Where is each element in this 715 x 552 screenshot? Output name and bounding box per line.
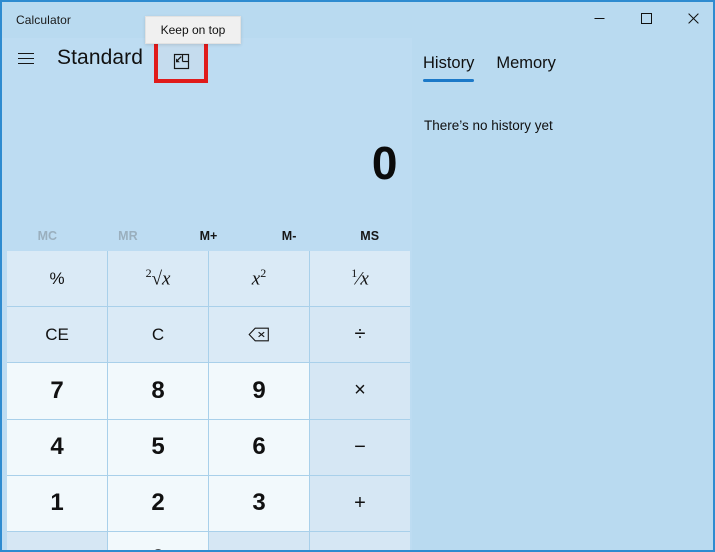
digit-4-button[interactable]: 4: [7, 419, 107, 475]
digit-8-button[interactable]: 8: [108, 363, 208, 419]
digit-9-button[interactable]: 9: [209, 363, 309, 419]
tab-selected-underline: [423, 79, 475, 82]
minimize-button[interactable]: [577, 2, 622, 34]
equals-button[interactable]: =: [310, 531, 410, 550]
subtract-button[interactable]: −: [310, 419, 410, 475]
tab-label: Memory: [496, 53, 556, 72]
close-icon: [688, 12, 699, 24]
digit-3-button[interactable]: 3: [209, 475, 309, 531]
digit-0-button[interactable]: 0: [108, 531, 208, 550]
reciprocal-button[interactable]: 1⁄x: [310, 251, 410, 307]
backspace-button[interactable]: [209, 307, 309, 363]
square-button[interactable]: x2: [209, 251, 309, 307]
square-root-button[interactable]: 2√x: [108, 251, 208, 307]
decimal-button[interactable]: .: [209, 531, 309, 550]
app-title: Calculator: [16, 13, 72, 27]
clear-button[interactable]: C: [108, 307, 208, 363]
calculator-window: Calculator Standard Keep on top 0 MC MR …: [0, 0, 715, 552]
multiply-button[interactable]: ×: [310, 363, 410, 419]
digit-5-button[interactable]: 5: [108, 419, 208, 475]
keypad-grid: %2√xx21⁄x CEC ÷ 789× 456− 123+ ⁺⁄₋0.=: [7, 251, 410, 550]
digit-1-button[interactable]: 1: [7, 475, 107, 531]
memory-button-mr: MR: [118, 229, 138, 243]
history-empty-message: There’s no history yet: [424, 118, 553, 133]
tab-memory[interactable]: Memory: [485, 48, 567, 78]
digit-7-button[interactable]: 7: [7, 363, 107, 419]
digit-6-button[interactable]: 6: [209, 419, 309, 475]
tab-history[interactable]: History: [412, 48, 485, 82]
minimize-icon: [594, 17, 605, 19]
digit-2-button[interactable]: 2: [108, 475, 208, 531]
memory-buttons-row: MC MR M+ M- MS: [7, 222, 410, 250]
maximize-icon: [641, 12, 652, 24]
memory-button-mminus[interactable]: M-: [249, 222, 330, 250]
memory-button-ms[interactable]: MS: [329, 222, 410, 250]
calculator-pane: 0 MC MR M+M-MS %2√xx21⁄x CEC ÷ 789× 456− 123+ ⁺⁄…: [4, 38, 412, 550]
divide-button[interactable]: ÷: [310, 307, 410, 363]
add-button[interactable]: +: [310, 475, 410, 531]
title-bar: Calculator: [2, 2, 713, 38]
maximize-button[interactable]: [624, 2, 669, 34]
memory-button-mplus[interactable]: M+: [168, 222, 249, 250]
display-value: 0: [371, 137, 398, 189]
history-memory-panel: History Memory There’s no history yet: [412, 38, 713, 550]
negate-button[interactable]: ⁺⁄₋: [7, 531, 107, 550]
side-panel-tabs: History Memory: [412, 48, 567, 84]
memory-button-mc: MC: [37, 229, 58, 243]
tab-label: History: [423, 53, 475, 72]
percent-button[interactable]: %: [7, 251, 107, 307]
clear-entry-button[interactable]: CE: [7, 307, 107, 363]
close-button[interactable]: [671, 2, 713, 34]
